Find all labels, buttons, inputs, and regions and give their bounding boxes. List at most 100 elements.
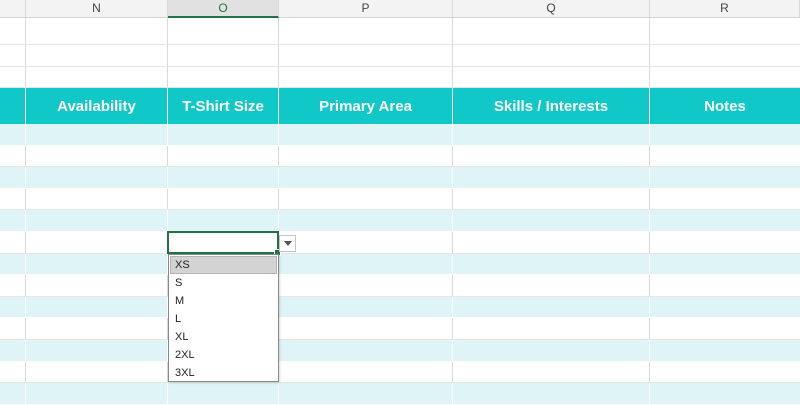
table-row[interactable]	[0, 275, 800, 297]
cell[interactable]	[279, 67, 453, 87]
table-cell[interactable]	[279, 232, 453, 253]
table-cell[interactable]	[168, 124, 279, 145]
table-cell[interactable]	[0, 318, 26, 339]
header-cell-notes[interactable]: Notes	[650, 88, 800, 124]
table-cell[interactable]	[279, 318, 453, 339]
table-cell[interactable]	[279, 124, 453, 145]
table-cell[interactable]	[650, 124, 800, 145]
table-cell[interactable]	[0, 275, 26, 296]
table-cell[interactable]	[650, 167, 800, 188]
table-cell[interactable]	[650, 383, 800, 404]
cell[interactable]	[453, 67, 650, 87]
cell[interactable]	[650, 18, 800, 44]
table-cell[interactable]	[650, 297, 800, 318]
header-cell-availability[interactable]: Availability	[26, 88, 168, 124]
table-cell[interactable]	[453, 253, 650, 275]
cell[interactable]	[453, 18, 650, 44]
table-cell[interactable]	[650, 232, 800, 253]
header-cell-tshirt-size[interactable]: T-Shirt Size	[168, 88, 279, 124]
table-cell[interactable]	[453, 318, 650, 339]
cell[interactable]	[26, 18, 168, 44]
cell[interactable]	[26, 67, 168, 87]
cell[interactable]	[650, 67, 800, 87]
header-cell-primary-area[interactable]: Primary Area	[279, 88, 453, 124]
table-cell[interactable]	[453, 210, 650, 231]
table-cell[interactable]	[279, 361, 453, 383]
cell[interactable]	[453, 45, 650, 66]
table-cell[interactable]	[26, 253, 168, 275]
table-cell[interactable]	[650, 210, 800, 231]
table-cell[interactable]	[0, 188, 26, 210]
table-cell[interactable]	[0, 361, 26, 383]
column-header-q[interactable]: Q	[453, 0, 650, 17]
table-row[interactable]	[0, 124, 800, 146]
sheet-row[interactable]	[0, 67, 800, 88]
table-cell[interactable]	[279, 340, 453, 361]
table-cell[interactable]	[26, 232, 168, 253]
table-cell[interactable]	[279, 188, 453, 210]
cell[interactable]	[279, 18, 453, 44]
table-cell[interactable]	[26, 361, 168, 383]
dropdown-option-2xl[interactable]: 2XL	[170, 346, 277, 364]
table-row[interactable]	[0, 318, 800, 340]
table-cell[interactable]	[0, 232, 26, 253]
table-cell[interactable]	[453, 340, 650, 361]
cell[interactable]	[0, 18, 26, 44]
table-cell[interactable]	[26, 340, 168, 361]
table-cell[interactable]	[453, 296, 650, 318]
dropdown-option-s[interactable]: S	[170, 274, 277, 292]
table-row[interactable]	[0, 167, 800, 189]
table-cell[interactable]	[650, 340, 800, 361]
table-cell[interactable]	[26, 188, 168, 210]
sheet-row[interactable]	[0, 45, 800, 67]
table-cell[interactable]	[168, 145, 279, 167]
table-row[interactable]	[0, 188, 800, 211]
dropdown-option-xl[interactable]: XL	[170, 328, 277, 346]
table-cell[interactable]	[26, 275, 168, 296]
dropdown-option-xs[interactable]: XS	[170, 256, 277, 274]
cell[interactable]	[0, 45, 26, 66]
table-row[interactable]	[0, 232, 800, 254]
cell[interactable]	[650, 45, 800, 66]
column-header-n[interactable]: N	[26, 0, 168, 17]
table-row[interactable]	[0, 210, 800, 232]
table-cell[interactable]	[279, 383, 453, 404]
table-cell[interactable]	[168, 383, 279, 404]
cell[interactable]	[168, 45, 279, 66]
table-cell[interactable]	[453, 232, 650, 253]
table-cell[interactable]	[26, 318, 168, 339]
table-cell[interactable]	[650, 189, 800, 210]
table-cell[interactable]	[279, 296, 453, 318]
dropdown-option-m[interactable]: M	[170, 292, 277, 310]
column-header-o[interactable]: O	[168, 0, 279, 18]
table-cell[interactable]	[168, 167, 279, 188]
table-cell[interactable]	[0, 145, 26, 167]
cell[interactable]	[168, 18, 279, 44]
table-cell[interactable]	[650, 146, 800, 167]
table-cell[interactable]	[279, 145, 453, 167]
table-cell[interactable]	[0, 167, 26, 188]
table-cell[interactable]	[26, 167, 168, 188]
table-row[interactable]	[0, 296, 800, 319]
table-cell[interactable]	[26, 124, 168, 145]
table-cell[interactable]	[453, 361, 650, 383]
table-cell[interactable]	[0, 340, 26, 361]
table-row[interactable]	[0, 253, 800, 276]
column-header-p[interactable]: P	[279, 0, 453, 17]
table-cell[interactable]	[279, 275, 453, 296]
table-cell[interactable]	[26, 296, 168, 318]
cell[interactable]	[0, 67, 26, 87]
table-cell[interactable]	[0, 296, 26, 318]
dropdown-option-l[interactable]: L	[170, 310, 277, 328]
table-cell[interactable]	[453, 383, 650, 404]
header-cell-skills-interests[interactable]: Skills / Interests	[453, 88, 650, 124]
table-cell[interactable]	[26, 383, 168, 404]
table-cell[interactable]	[650, 318, 800, 339]
table-cell[interactable]	[453, 145, 650, 167]
table-cell[interactable]	[453, 167, 650, 188]
table-cell[interactable]	[650, 254, 800, 275]
table-cell[interactable]	[650, 362, 800, 383]
table-cell[interactable]	[26, 210, 168, 231]
active-cell-tshirt-size[interactable]	[167, 231, 281, 256]
table-cell[interactable]	[453, 188, 650, 210]
